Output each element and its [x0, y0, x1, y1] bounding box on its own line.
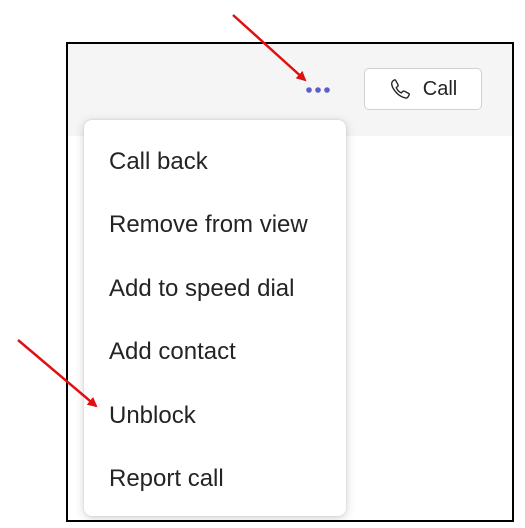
phone-icon — [390, 79, 410, 99]
more-horizontal-icon — [306, 87, 330, 93]
call-button-label: Call — [422, 77, 458, 100]
more-options-button[interactable] — [301, 76, 335, 104]
menu-item-add-to-speed-dial[interactable]: Add to speed dial — [84, 257, 346, 321]
screenshot-frame: Call Call back Remove from view Add to s… — [66, 42, 514, 522]
menu-item-remove-from-view[interactable]: Remove from view — [84, 194, 346, 258]
menu-item-unblock[interactable]: Unblock — [84, 384, 346, 448]
menu-item-call-back[interactable]: Call back — [84, 130, 346, 194]
context-menu: Call back Remove from view Add to speed … — [84, 120, 346, 516]
call-button[interactable]: Call — [364, 68, 482, 110]
menu-item-add-contact[interactable]: Add contact — [84, 321, 346, 385]
menu-item-report-call[interactable]: Report call — [84, 448, 346, 512]
